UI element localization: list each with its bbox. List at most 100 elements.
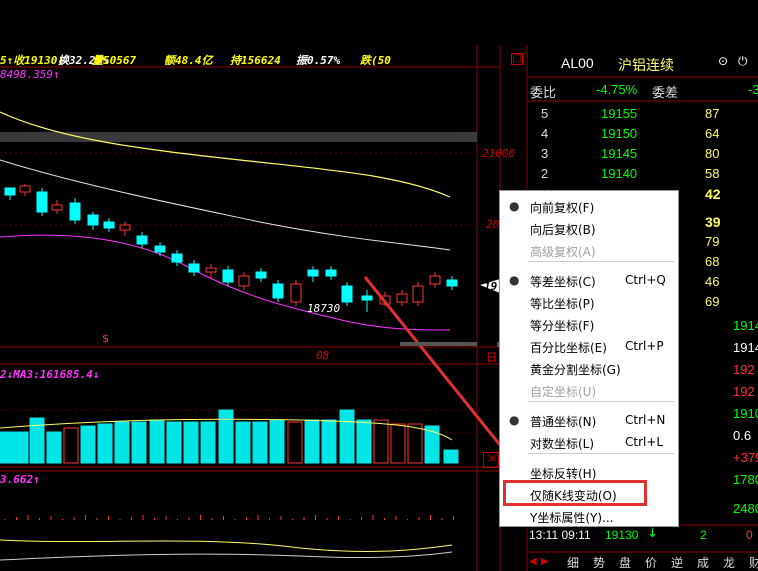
sell-level: 4 (541, 126, 549, 141)
sell-price: 19145 (601, 146, 638, 161)
stat-value: 1914 (733, 318, 758, 333)
ma-value-label: 8498.359↑ (0, 68, 60, 81)
buy-volume: 69 (705, 294, 720, 309)
menu-item-shortcut: Ctrl+Q (625, 273, 666, 287)
stat-value: +379 (733, 450, 758, 465)
sell-price: 19140 (601, 166, 638, 181)
candle-body (222, 269, 234, 283)
menu-item-label: 黄金分割坐标(G) (530, 363, 621, 377)
volume-bar (356, 419, 372, 464)
header-stat-0: 5↑收19130↓ (0, 54, 64, 67)
candle-body (396, 293, 408, 303)
candle-body (87, 214, 99, 226)
tab-2[interactable]: 盘 (619, 554, 631, 571)
indicator-line-2 (0, 551, 453, 561)
sell-row: 3 19145 80 (527, 144, 758, 164)
volume-bar (339, 409, 355, 464)
menu-item-9[interactable]: ● 普通坐标(N) Ctrl+N (500, 409, 678, 431)
menu-separator (528, 261, 674, 262)
menu-item-label: 高级复权(A) (530, 245, 596, 259)
menu-item-10[interactable]: 对数坐标(L) Ctrl+L (500, 431, 678, 453)
tick-price: 19130 (605, 528, 639, 542)
sell-volume: 64 (705, 126, 720, 141)
menu-item-7[interactable]: 黄金分割坐标(G) (500, 357, 678, 379)
menu-item-6[interactable]: 百分比坐标(E) Ctrl+P (500, 335, 678, 357)
candle-body (341, 285, 353, 303)
tab-scroll-right-icon[interactable]: ▶ (541, 556, 549, 567)
tab-1[interactable]: 势 (593, 554, 605, 571)
candle-body (446, 279, 458, 287)
candle-body (36, 191, 48, 213)
buy-volume: 79 (705, 234, 720, 249)
candle-body (325, 269, 337, 277)
tab-6[interactable]: 龙 (723, 554, 735, 571)
event-marker: $ (102, 332, 109, 345)
volume-bar (166, 421, 182, 464)
tab-0[interactable]: 细 (567, 554, 579, 571)
tab-5[interactable]: 成 (697, 554, 709, 571)
volume-bar (218, 409, 234, 464)
ask-ratio-value: -4.75% (596, 82, 638, 97)
stat-value: 1780 (733, 472, 758, 487)
highlight-box (503, 480, 647, 506)
sell-row: 2 19140 58 (527, 164, 758, 184)
target-icon[interactable]: ⊙ (718, 54, 728, 68)
tab-scroll-left-icon[interactable]: ◀ (529, 556, 537, 567)
menu-item-0[interactable]: ● 向前复权(F) (500, 195, 678, 217)
volume-bar (63, 427, 79, 464)
header-stat-6: 跌(50 (360, 54, 391, 67)
menu-item-1[interactable]: 向后复权(B) (500, 217, 678, 239)
menu-item-12[interactable]: 仅随K线变动(O) (500, 480, 678, 506)
power-icon[interactable]: ⏻ (738, 54, 748, 69)
tab-3[interactable]: 价 (645, 554, 657, 571)
volume-bar (304, 419, 320, 464)
volume-bar-group (0, 409, 459, 464)
menu-item-label: 等分坐标(F) (530, 319, 595, 333)
candle-body (19, 185, 31, 193)
ask-diff-value: -3 (748, 82, 758, 97)
candle-body (171, 253, 183, 263)
tab-7[interactable]: 财 (749, 554, 758, 571)
volume-bar (13, 431, 29, 464)
candle-body (255, 271, 267, 279)
menu-item-shortcut: Ctrl+N (625, 413, 666, 427)
candle-body (154, 245, 166, 253)
volume-bar (46, 431, 62, 464)
sell-level: 5 (541, 106, 549, 121)
tick-time: 13:11 09:11 (529, 528, 591, 542)
candle-body (238, 275, 250, 287)
volume-bar (321, 419, 337, 464)
volume-bar (97, 423, 113, 464)
candle-body (188, 263, 200, 273)
header-stat-4: 持156624 (230, 54, 281, 67)
sell-row: 5 19155 87 (527, 104, 758, 124)
candlestick-group (4, 184, 458, 312)
candle-body (4, 187, 16, 196)
stat-value: 1914 (733, 340, 758, 355)
zoom-icon[interactable]: ⇲ (483, 452, 499, 468)
candle-body (69, 202, 81, 221)
bullet-icon: ● (509, 413, 520, 427)
menu-item-5[interactable]: 等分坐标(F) (500, 313, 678, 335)
stat-value: 0.6 (733, 428, 752, 443)
menu-item-3[interactable]: ● 等差坐标(C) Ctrl+Q (500, 269, 678, 291)
sell-row: 4 19150 64 (527, 124, 758, 144)
stat-value: 192 (733, 362, 755, 377)
menu-item-13[interactable]: Y坐标属性(Y)... (500, 505, 678, 527)
volume-bar (287, 421, 303, 464)
buy-volume: 39 (705, 214, 721, 230)
menu-item-4[interactable]: 等比坐标(P) (500, 291, 678, 313)
ma-line-white (0, 159, 451, 251)
volume-ma-header: 2↓MA3:161685.4↓ (0, 368, 100, 381)
sell-price: 19150 (601, 126, 638, 141)
price-axis-label-21000: 21000 (482, 147, 516, 160)
menu-separator (528, 401, 674, 402)
ask-diff-label: 委差 (652, 86, 679, 101)
panel-toggle-icon[interactable]: □ (511, 53, 523, 65)
menu-item-shortcut: Ctrl+P (625, 339, 664, 353)
bullet-icon: ● (509, 199, 520, 213)
volume-bar (443, 449, 459, 464)
gray-band (0, 132, 477, 142)
tab-4[interactable]: 逆 (671, 554, 683, 571)
candle-body (205, 267, 217, 273)
